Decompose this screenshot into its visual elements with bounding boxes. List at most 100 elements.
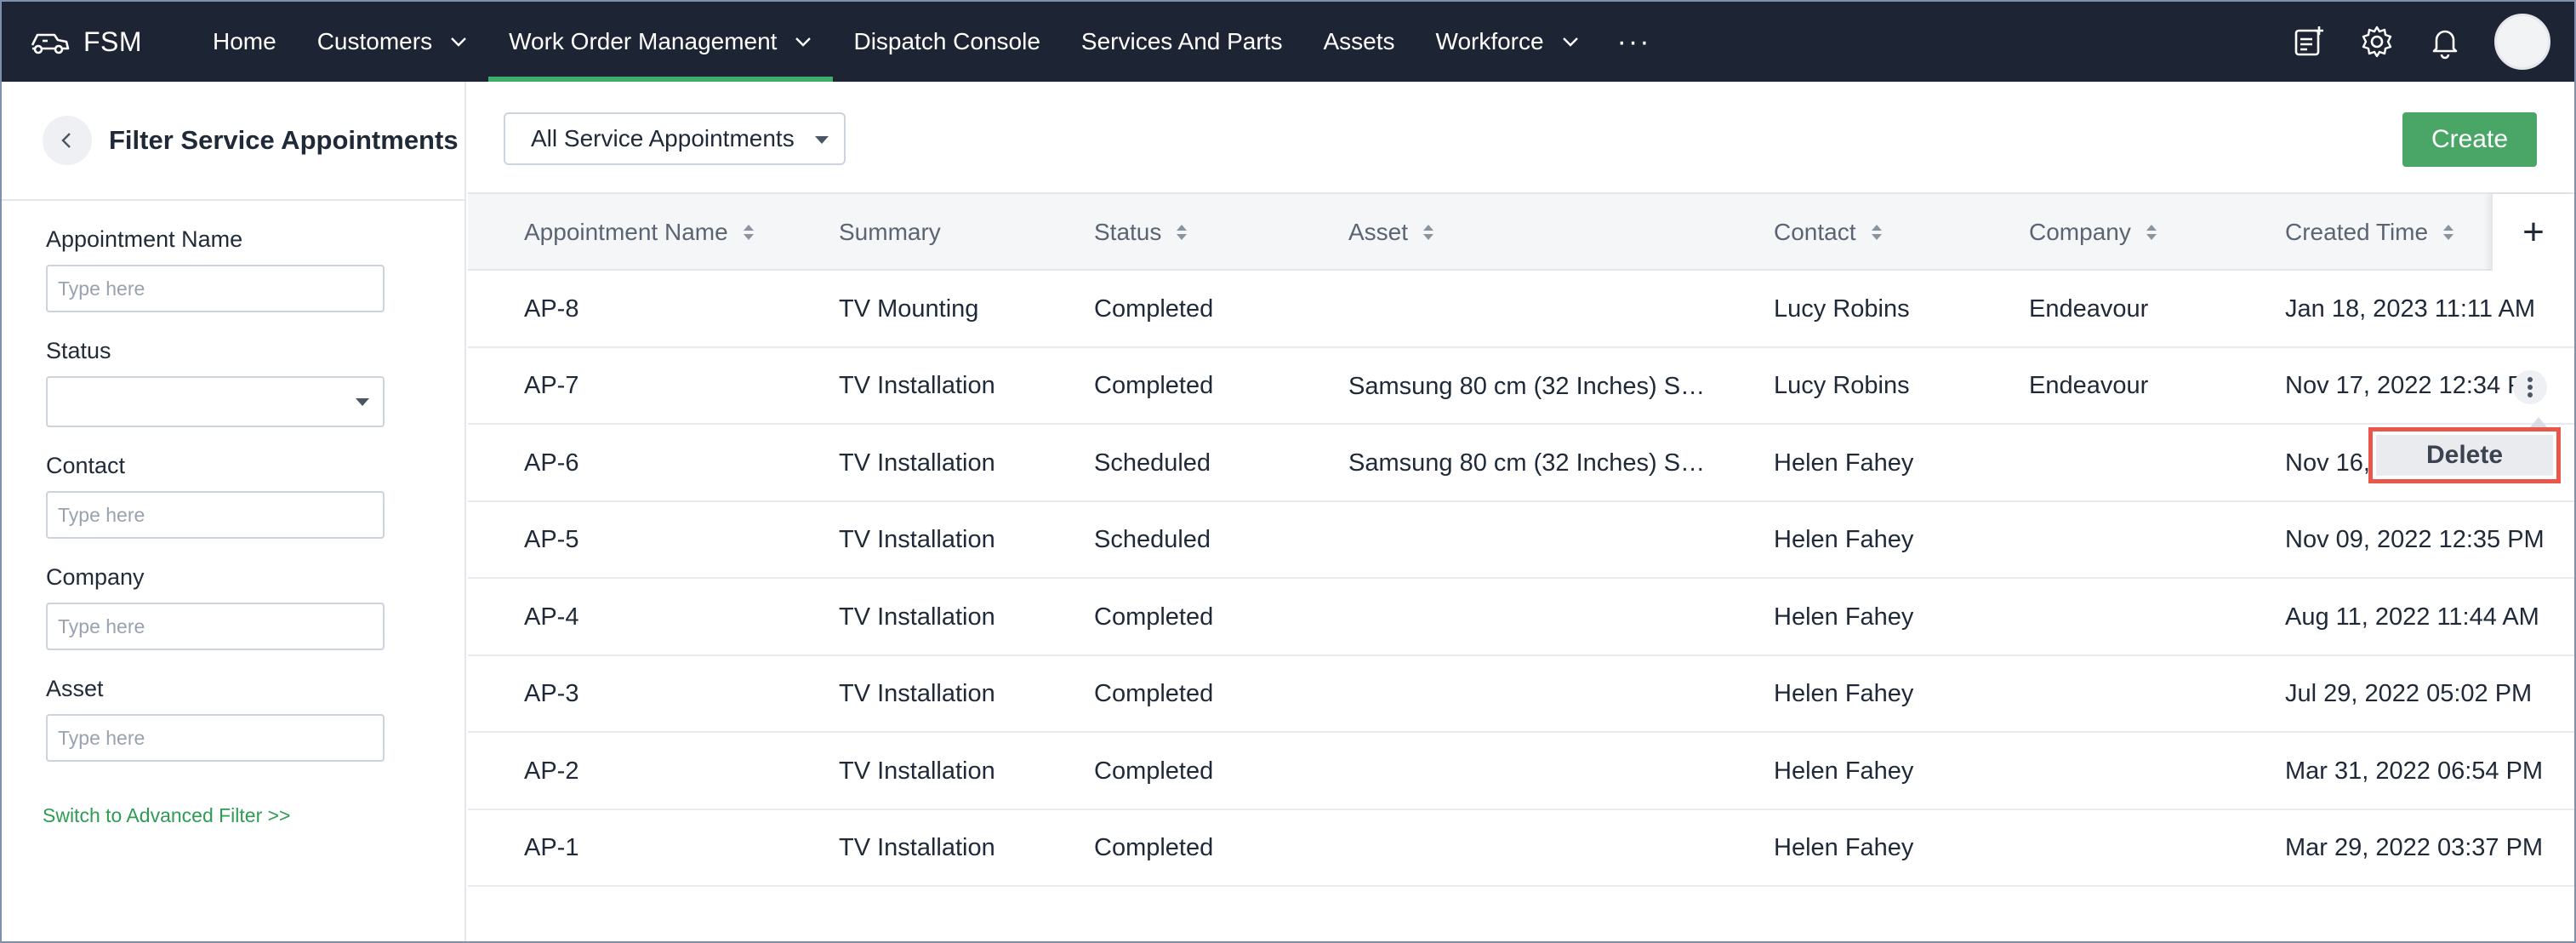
brand[interactable]: FSM xyxy=(29,25,174,59)
filter-status-select[interactable] xyxy=(46,376,385,427)
cell-name[interactable]: AP-1 xyxy=(524,810,578,887)
chevron-left-icon xyxy=(61,133,71,148)
sort-icon[interactable] xyxy=(2442,223,2455,242)
cell-name[interactable]: AP-4 xyxy=(524,579,578,655)
add-column-button[interactable]: + xyxy=(2491,194,2574,271)
cell-created: Mar 29, 2022 03:37 PM xyxy=(2285,834,2544,861)
table-row[interactable]: AP-4 TV Installation Completed Helen Fahey A… xyxy=(468,579,2574,656)
create-button[interactable]: Create xyxy=(2402,112,2537,167)
sort-icon[interactable] xyxy=(742,223,755,242)
nav-item-services-and-parts[interactable]: Services And Parts xyxy=(1061,2,1303,82)
cell-created: Nov 09, 2022 12:35 PM xyxy=(2285,526,2545,553)
nav-item-dispatch-console[interactable]: Dispatch Console xyxy=(833,2,1060,82)
cell-status: Scheduled xyxy=(1094,526,1211,553)
add-note-icon[interactable] xyxy=(2290,23,2328,60)
cell-asset xyxy=(1348,733,1716,809)
column-header-created-time[interactable]: Created Time xyxy=(2285,194,2455,271)
cell-contact: Helen Fahey xyxy=(1774,834,1914,861)
filter-label-asset: Asset xyxy=(46,676,104,701)
nav-item-home[interactable]: Home xyxy=(192,2,297,82)
main-nav: Home Customers Work Order Management Dispat… xyxy=(192,2,1668,82)
column-header-summary[interactable]: Summary xyxy=(839,194,941,271)
filter-asset-input[interactable]: Type here xyxy=(46,714,385,762)
sort-icon[interactable] xyxy=(2145,223,2158,242)
cell-asset: Samsung 80 cm (32 Inches) Seri… xyxy=(1348,372,1716,400)
cell-name[interactable]: AP-6 xyxy=(524,425,578,501)
chevron-down-icon xyxy=(795,37,812,47)
back-button[interactable] xyxy=(43,116,92,165)
view-selector[interactable]: All Service Appointments xyxy=(504,112,846,165)
cell-summary: TV Installation xyxy=(839,372,995,399)
sort-icon[interactable] xyxy=(1175,223,1188,242)
cell-contact: Lucy Robins xyxy=(1774,372,1910,399)
cell-summary: TV Installation xyxy=(839,526,995,553)
table-row[interactable]: AP-7 TV Installation Completed Samsung 80 c… xyxy=(468,347,2574,425)
filter-label-status: Status xyxy=(46,338,111,363)
table-row[interactable]: AP-5 TV Installation Scheduled Helen Fahey N… xyxy=(468,501,2574,579)
caret-down-icon xyxy=(356,398,369,406)
avatar[interactable] xyxy=(2494,14,2550,70)
table-header: + Appointment Name Summary Status Asset Cont… xyxy=(468,192,2574,271)
table-row[interactable]: AP-8 TV Mounting Completed Lucy Robins Endea… xyxy=(468,271,2574,348)
fsm-logo-icon xyxy=(31,33,70,54)
filter-label-company: Company xyxy=(46,564,145,590)
cell-created: Aug 11, 2022 11:44 AM xyxy=(2285,603,2539,631)
cell-asset xyxy=(1348,579,1716,655)
cell-name[interactable]: AP-3 xyxy=(524,656,578,733)
table-row[interactable]: AP-1 TV Installation Completed Helen Fahey M… xyxy=(468,809,2574,887)
cell-status: Completed xyxy=(1094,603,1214,631)
nav-item-assets[interactable]: Assets xyxy=(1302,2,1415,82)
filter-fields: Appointment Name Type here Status Contact Ty… xyxy=(2,226,464,762)
cell-status: Completed xyxy=(1094,294,1214,323)
filter-appointment-name-input[interactable]: Type here xyxy=(46,265,385,312)
row-context-menu: Delete xyxy=(2368,427,2561,483)
nav-item-customers[interactable]: Customers xyxy=(297,2,488,82)
cell-name[interactable]: AP-8 xyxy=(524,271,578,347)
column-header-contact[interactable]: Contact xyxy=(1774,194,1884,271)
cell-status: Scheduled xyxy=(1094,449,1211,477)
nav-item-label: Work Order Management xyxy=(509,28,778,54)
caret-down-icon xyxy=(815,136,829,144)
popup-arrow xyxy=(2530,417,2547,427)
cell-status: Completed xyxy=(1094,680,1214,707)
brand-name: FSM xyxy=(83,26,143,57)
cell-asset xyxy=(1348,271,1716,347)
filter-company-input[interactable]: Type here xyxy=(46,603,385,650)
appointments-table: + Appointment Name Summary Status Asset Cont… xyxy=(468,192,2574,887)
table-row[interactable]: AP-2 TV Installation Completed Helen Fahey M… xyxy=(468,733,2574,810)
row-actions-button[interactable] xyxy=(2513,369,2547,404)
cell-summary: TV Installation xyxy=(839,680,995,707)
bell-icon[interactable] xyxy=(2426,23,2464,60)
column-header-label: Created Time xyxy=(2285,219,2429,245)
cell-name[interactable]: AP-2 xyxy=(524,733,578,809)
cell-name[interactable]: AP-5 xyxy=(524,502,578,579)
filter-contact-input[interactable]: Type here xyxy=(46,491,385,539)
filter-label-contact: Contact xyxy=(46,453,126,478)
column-header-label: Contact xyxy=(1774,219,1856,245)
column-header-label: Asset xyxy=(1348,219,1409,245)
table-body: AP-8 TV Mounting Completed Lucy Robins Endea… xyxy=(468,271,2574,887)
table-row[interactable]: AP-6 TV Installation Scheduled Samsung 80 c… xyxy=(468,425,2574,502)
cell-contact: Helen Fahey xyxy=(1774,449,1914,477)
column-header-appointment-name[interactable]: Appointment Name xyxy=(524,194,755,271)
cell-name[interactable]: AP-7 xyxy=(524,348,578,425)
advanced-filter-link[interactable]: Switch to Advanced Filter >> xyxy=(2,804,464,827)
nav-item-work-order-management[interactable]: Work Order Management xyxy=(488,2,834,82)
column-header-label: Appointment Name xyxy=(524,219,728,245)
cell-contact: Helen Fahey xyxy=(1774,757,1914,785)
delete-menu-item[interactable]: Delete xyxy=(2376,435,2553,476)
nav-item-workforce[interactable]: Workforce xyxy=(1416,2,1600,82)
column-header-company[interactable]: Company xyxy=(2029,194,2158,271)
gear-icon[interactable] xyxy=(2358,23,2396,60)
column-header-asset[interactable]: Asset xyxy=(1348,194,1435,271)
column-header-status[interactable]: Status xyxy=(1094,194,1188,271)
table-row[interactable]: AP-3 TV Installation Completed Helen Fahey J… xyxy=(468,655,2574,733)
cell-summary: TV Installation xyxy=(839,757,995,785)
cell-created: Mar 31, 2022 06:54 PM xyxy=(2285,757,2544,785)
more-menu-icon[interactable]: ··· xyxy=(1600,26,1668,59)
sort-icon[interactable] xyxy=(1870,223,1884,242)
sort-icon[interactable] xyxy=(1422,223,1435,242)
cell-asset xyxy=(1348,656,1716,733)
chevron-down-icon xyxy=(451,37,466,47)
filter-sidebar: Filter Service Appointments Appointment … xyxy=(2,82,466,941)
